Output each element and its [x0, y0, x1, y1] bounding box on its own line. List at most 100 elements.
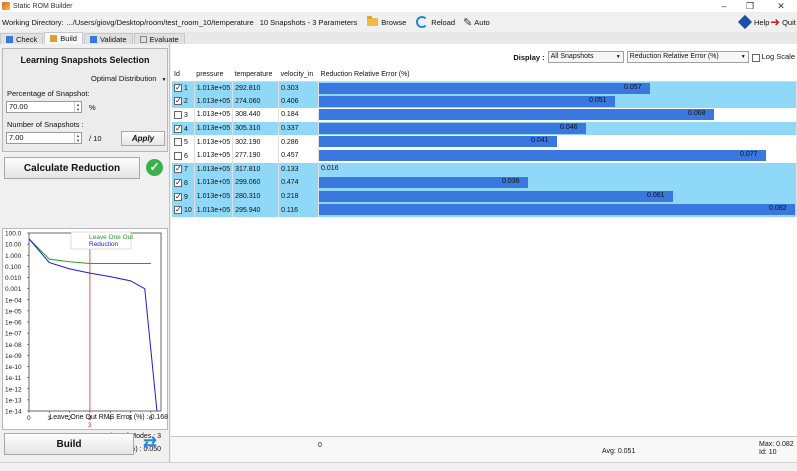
error-value: 0.036 [502, 178, 520, 186]
table-row[interactable]: 7 1.013e+05317.8100.1330.016 [172, 162, 797, 177]
row-error-cell: 0.082 [318, 203, 797, 217]
metric-select[interactable]: Reduction Relative Error (%) ▼ [626, 51, 749, 63]
y-tick-label: 1e-07 [5, 331, 22, 338]
snapshot-selection-group: Learning Snapshots Selection Optimal Dis… [2, 48, 168, 152]
error-bar [319, 109, 715, 121]
error-bar [319, 136, 558, 148]
folder-icon [367, 16, 379, 26]
apply-button[interactable]: Apply [121, 131, 165, 146]
error-value: 0.016 [321, 164, 339, 172]
table-row[interactable]: 1 1.013e+05292.8100.303 0.057 [172, 81, 797, 95]
row-checkbox-icon[interactable] [174, 205, 182, 215]
header-velocity[interactable]: velocity_in [278, 68, 319, 82]
tab-evaluate-label: Evaluate [149, 34, 179, 44]
row-checkbox-icon[interactable] [174, 83, 182, 93]
y-tick-label: 1.000 [5, 253, 22, 260]
row-checkbox-icon[interactable] [174, 124, 182, 133]
browse-label: Browse [381, 17, 407, 27]
quit-button[interactable]: ➜ Quit [770, 15, 796, 29]
row-velocity: 0.116 [278, 203, 320, 217]
browse-button[interactable]: Browse [367, 16, 407, 27]
spin-arrows-icon[interactable]: ▲ ▼ [74, 133, 81, 143]
table-row[interactable]: 3 1.013e+05 308.440 0.184 0.068 [172, 108, 797, 122]
row-id-cell[interactable]: 2 [172, 94, 195, 109]
reload-label: Reload [431, 17, 456, 27]
y-tick-label: 1e-09 [5, 353, 22, 360]
working-dir-label: Working Directory: [2, 17, 64, 27]
row-temperature: 317.810 [232, 162, 280, 177]
calculate-reduction-button[interactable]: Calculate Reduction [4, 157, 140, 179]
quit-label: Quit [782, 17, 796, 27]
reload-button[interactable]: Reload [416, 16, 455, 28]
row-id-cell[interactable]: 9 [172, 189, 195, 204]
tab-build[interactable]: Build [44, 32, 83, 44]
table-row[interactable]: 6 1.013e+05 277.190 0.457 0.077 [172, 148, 797, 163]
row-id-cell[interactable]: 1 [172, 81, 195, 95]
header-error[interactable]: Reduction Relative Error (%) [318, 68, 797, 82]
plot-frame [28, 232, 162, 412]
error-value: 0.057 [624, 83, 642, 91]
y-tick-label: 0.010 [5, 275, 22, 282]
table-row[interactable]: 5 1.013e+05 302.190 0.286 0.041 [172, 135, 797, 149]
table-header: Id pressure temperature velocity_in Redu… [172, 68, 797, 82]
row-id-cell[interactable]: 7 [172, 162, 195, 177]
row-id-cell[interactable]: 8 [172, 176, 195, 190]
auto-button[interactable]: ✎ Auto [463, 16, 490, 29]
error-value: 0.077 [740, 150, 758, 158]
maximize-button[interactable]: ❐ [737, 0, 763, 12]
header-pressure[interactable]: pressure [194, 68, 233, 82]
row-checkbox-icon[interactable] [174, 192, 182, 201]
log-scale-checkbox[interactable]: Log Scale [751, 52, 795, 62]
table-row[interactable]: 4 1.013e+05305.3100.337 0.046 [172, 121, 797, 136]
row-checkbox-icon[interactable] [174, 96, 182, 106]
tab-build-label: Build [60, 34, 77, 43]
check-tab-icon [6, 35, 13, 43]
row-id-cell[interactable]: 4 [172, 121, 195, 136]
chevron-down-icon: ▼ [615, 54, 621, 60]
close-button[interactable]: ✕ [768, 0, 794, 12]
validate-tab-icon [89, 35, 97, 43]
table-row[interactable]: 9 1.013e+05280.3100.218 0.061 [172, 189, 797, 204]
row-error-cell: 0.016 [318, 162, 797, 177]
table-row[interactable]: 8 1.013e+05299.0600.474 0.036 [172, 176, 797, 190]
row-temperature: 305.310 [232, 121, 280, 136]
checkbox-icon[interactable] [751, 53, 760, 62]
build-button[interactable]: Build [4, 433, 134, 455]
header-id[interactable]: Id [172, 68, 195, 82]
spin-arrows-icon[interactable]: ▲ ▼ [74, 102, 81, 112]
row-checkbox-icon[interactable] [174, 178, 182, 187]
status-bar [0, 462, 797, 471]
row-velocity: 0.337 [278, 121, 320, 136]
display-mode-select[interactable]: All Snapshots ▼ [547, 51, 624, 63]
row-id-cell[interactable]: 6 [172, 148, 195, 163]
row-id-cell[interactable]: 5 [172, 135, 195, 149]
row-pressure: 1.013e+05 [194, 162, 234, 177]
row-id-cell[interactable]: 10 [172, 203, 195, 217]
row-checkbox-icon[interactable] [174, 138, 182, 147]
header-temperature[interactable]: temperature [232, 68, 279, 82]
build-tab-icon [50, 35, 58, 42]
tab-check[interactable]: Check [0, 33, 44, 44]
row-pressure: 1.013e+05 [194, 135, 234, 149]
tab-check-label: Check [16, 34, 38, 44]
tab-validate[interactable]: Validate [83, 33, 133, 44]
row-id: 3 [184, 111, 188, 119]
help-button[interactable]: Help [737, 14, 769, 30]
row-id-cell[interactable]: 3 [172, 108, 195, 122]
row-checkbox-icon[interactable] [174, 151, 182, 160]
tab-bar: Check Build Validate Evaluate [0, 32, 797, 44]
table-row[interactable]: 2 1.013e+05274.0600.406 0.051 [172, 94, 797, 109]
minimize-button[interactable]: – [711, 0, 737, 12]
distribution-dropdown[interactable]: Optimal Distribution ▼ [91, 74, 167, 83]
tab-evaluate[interactable]: Evaluate [133, 33, 185, 44]
table-row[interactable]: 101.013e+05295.9400.116 0.082 [172, 203, 797, 217]
percentage-stepper[interactable]: 70.00 ▲ ▼ [6, 101, 82, 113]
display-mode-value: All Snapshots [550, 53, 594, 60]
row-checkbox-icon[interactable] [174, 164, 182, 174]
error-value: 0.046 [560, 123, 578, 131]
row-error-cell: 0.068 [318, 108, 797, 122]
swap-icon[interactable]: ⇄ [140, 434, 160, 454]
row-temperature: 277.190 [232, 148, 280, 163]
row-checkbox-icon[interactable] [174, 110, 182, 119]
num-snapshots-stepper[interactable]: 7.00 ▲ ▼ [6, 132, 82, 144]
